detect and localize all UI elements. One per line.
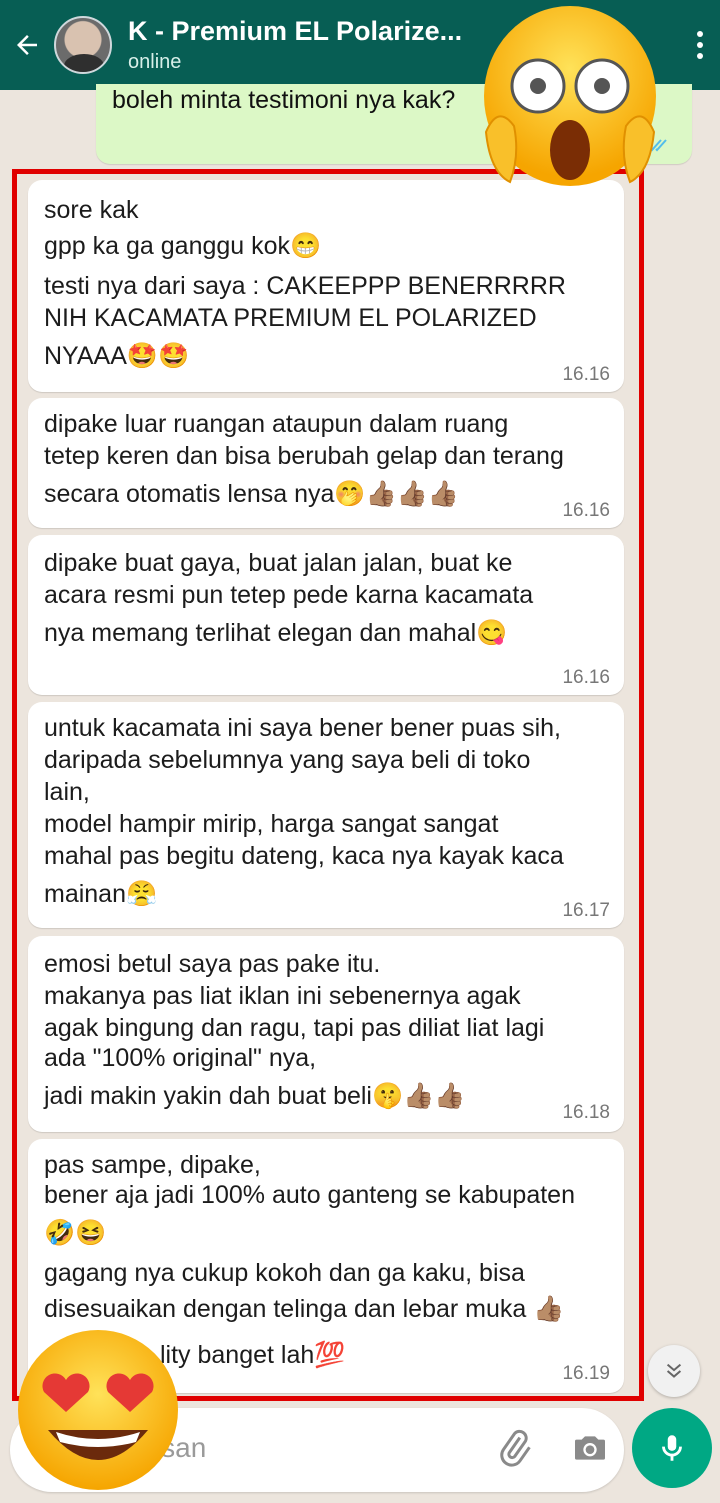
more-options-button[interactable] — [680, 0, 720, 90]
message-line: jadi makin yakin dah buat beli🤫👍🏽👍🏽 — [44, 1082, 466, 1110]
heart-eyes-face-icon — [18, 1330, 178, 1490]
message-line: acara resmi pun tetep pede karna kacamat… — [44, 581, 534, 609]
message-line: emosi betul saya pas pake itu. — [44, 950, 381, 978]
message-time: 16.17 — [562, 900, 610, 921]
avatar[interactable] — [54, 16, 112, 74]
message-line: NYAAA🤩🤩 — [44, 342, 190, 370]
scroll-down-button[interactable] — [648, 1345, 700, 1397]
message-text: boleh minta testimoni nya kak? — [112, 86, 456, 114]
message-line: untuk kacamata ini saya bener bener puas… — [44, 714, 561, 742]
message-line: lain, — [44, 778, 90, 806]
message-line: makanya pas liat iklan ini sebenernya ag… — [44, 982, 521, 1010]
arrow-left-icon — [17, 35, 37, 55]
message-line: nya memang terlihat elegan dan mahal😋 — [44, 619, 508, 647]
mic-button[interactable] — [632, 1408, 712, 1488]
message-line: secara otomatis lensa nya🤭👍🏽👍🏽👍🏽 — [44, 480, 459, 508]
message-line: dipake buat gaya, buat jalan jalan, buat… — [44, 549, 513, 577]
more-vert-icon — [697, 31, 703, 59]
message-line: daripada sebelumnya yang saya beli di to… — [44, 746, 531, 774]
message-line: dipake luar ruangan ataupun dalam ruang — [44, 410, 509, 438]
incoming-message[interactable]: emosi betul saya pas pake itu. makanya p… — [28, 936, 624, 1132]
message-line: gagang nya cukup kokoh dan ga kaku, bisa — [44, 1259, 525, 1287]
message-line: sore kak — [44, 196, 139, 224]
message-line: disesuaikan dengan telinga dan lebar muk… — [44, 1295, 565, 1323]
message-time: 16.16 — [562, 500, 610, 521]
message-line: testi nya dari saya : CAKEEPPP BENERRRRR — [44, 272, 566, 300]
message-line: model hampir mirip, harga sangat sangat — [44, 810, 499, 838]
paperclip-icon[interactable] — [494, 1428, 534, 1468]
message-line: mainan😤 — [44, 880, 158, 908]
message-line: tetep keren dan bisa berubah gelap dan t… — [44, 442, 564, 470]
screaming-face-icon — [484, 6, 656, 186]
message-line: lity banget lah💯 — [160, 1341, 346, 1369]
message-line: 🤣😆 — [44, 1219, 107, 1247]
message-line: pas sampe, dipake, — [44, 1151, 261, 1179]
message-time: 16.19 — [562, 1363, 610, 1384]
incoming-message[interactable]: untuk kacamata ini saya bener bener puas… — [28, 702, 624, 928]
message-line: mahal pas begitu dateng, kaca nya kayak … — [44, 842, 564, 870]
message-line: ada "100% original" nya, — [44, 1044, 317, 1072]
chevron-double-down-icon — [666, 1363, 682, 1378]
incoming-message[interactable]: sore kak gpp ka ga ganggu kok😁 testi nya… — [28, 180, 624, 392]
message-line: gpp ka ga ganggu kok😁 — [44, 232, 322, 260]
incoming-message[interactable]: dipake luar ruangan ataupun dalam ruang … — [28, 398, 624, 528]
message-time: 16.18 — [562, 1102, 610, 1123]
back-button[interactable] — [0, 0, 54, 90]
message-line: bener aja jadi 100% auto ganteng se kabu… — [44, 1181, 575, 1209]
message-line: NIH KACAMATA PREMIUM EL POLARIZED — [44, 304, 537, 332]
incoming-message[interactable]: dipake buat gaya, buat jalan jalan, buat… — [28, 535, 624, 695]
camera-icon[interactable] — [570, 1428, 610, 1468]
message-time: 16.16 — [562, 364, 610, 385]
message-line: agak bingung dan ragu, tapi pas diliat l… — [44, 1014, 545, 1042]
message-time: 16.16 — [562, 667, 610, 688]
microphone-icon — [662, 1435, 682, 1461]
